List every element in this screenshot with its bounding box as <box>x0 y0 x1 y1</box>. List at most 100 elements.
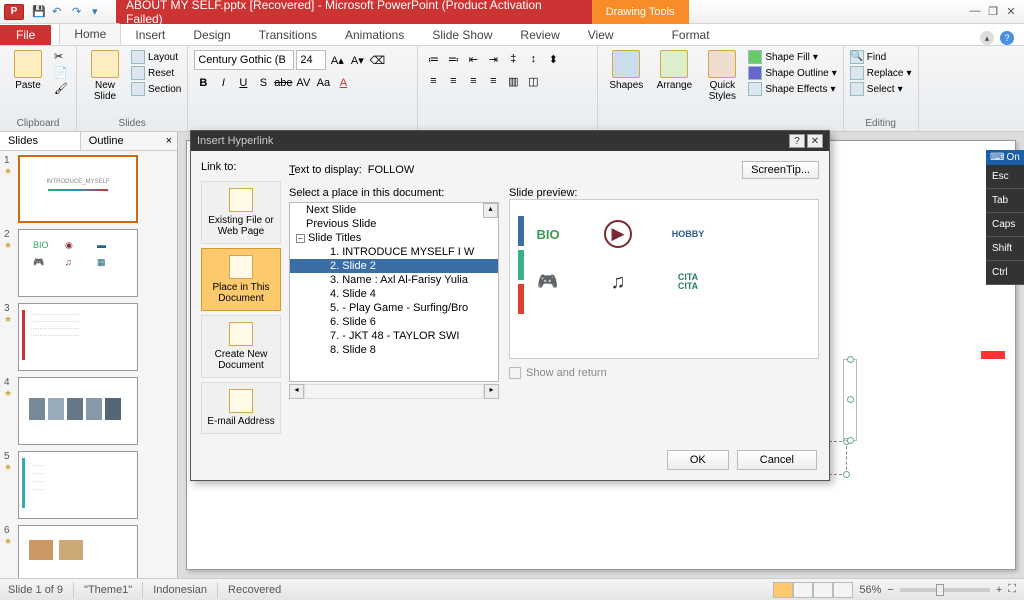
hscroll-right-icon[interactable]: ▸ <box>484 384 499 399</box>
align-left-icon[interactable]: ≡ <box>424 72 442 90</box>
status-language[interactable]: Indonesian <box>153 584 207 596</box>
tab-home[interactable]: Home <box>59 23 121 45</box>
slide-thumbnail-3[interactable]: ········································… <box>18 303 138 371</box>
shapes-button[interactable]: Shapes <box>604 50 648 91</box>
tree-item-1[interactable]: 1. INTRODUCE MYSELF I W <box>290 245 498 259</box>
tree-item-2[interactable]: 2. Slide 2 <box>290 259 498 273</box>
cancel-button[interactable]: Cancel <box>737 450 817 470</box>
copy-icon[interactable]: 📄 <box>54 66 70 80</box>
slide-thumbnail-6[interactable] <box>18 525 138 578</box>
linkopt-email[interactable]: E-mail Address <box>201 382 281 434</box>
panel-tab-outline[interactable]: Outline <box>81 132 161 150</box>
tree-item-6[interactable]: 6. Slide 6 <box>290 315 498 329</box>
tab-insert[interactable]: Insert <box>121 25 179 45</box>
tree-previous-slide[interactable]: Previous Slide <box>290 217 498 231</box>
fit-window-icon[interactable]: ⛶ <box>1008 583 1016 596</box>
tab-transitions[interactable]: Transitions <box>245 25 331 45</box>
ok-button[interactable]: OK <box>667 450 729 470</box>
help-icon[interactable]: ? <box>1000 31 1014 45</box>
align-text-icon[interactable]: ⬍ <box>544 50 562 68</box>
font-name-input[interactable] <box>194 50 294 70</box>
panel-close-icon[interactable]: × <box>161 132 177 150</box>
zoom-slider[interactable] <box>900 588 990 592</box>
linkopt-create[interactable]: Create New Document <box>201 315 281 378</box>
tree-item-3[interactable]: 3. Name : Axl Al-Farisy Yulia <box>290 273 498 287</box>
tab-design[interactable]: Design <box>179 25 244 45</box>
osk-shift[interactable]: Shift <box>986 237 1024 261</box>
restore-icon[interactable]: ❐ <box>986 5 1000 18</box>
strike-button[interactable]: abe <box>274 74 292 92</box>
convert-smartart-icon[interactable]: ◫ <box>524 72 542 90</box>
paste-button[interactable]: Paste <box>6 50 50 91</box>
font-color-button[interactable]: A <box>334 74 352 92</box>
zoom-in-icon[interactable]: + <box>996 584 1002 596</box>
align-center-icon[interactable]: ≡ <box>444 72 462 90</box>
tab-file[interactable]: File <box>0 25 51 45</box>
osk-tab[interactable]: Tab <box>986 189 1024 213</box>
tab-review[interactable]: Review <box>506 25 573 45</box>
case-button[interactable]: Aa <box>314 74 332 92</box>
reading-view-icon[interactable] <box>813 582 833 598</box>
qat-dropdown-icon[interactable]: ▾ <box>92 5 106 19</box>
sorter-view-icon[interactable] <box>793 582 813 598</box>
align-right-icon[interactable]: ≡ <box>464 72 482 90</box>
shrink-font-icon[interactable]: A▾ <box>348 51 366 69</box>
dialog-help-icon[interactable]: ? <box>789 134 805 148</box>
cut-icon[interactable]: ✂ <box>54 50 70 64</box>
selected-shape-2[interactable] <box>843 359 857 441</box>
normal-view-icon[interactable] <box>773 582 793 598</box>
clear-format-icon[interactable]: ⌫ <box>368 51 386 69</box>
osk-esc[interactable]: Esc <box>986 165 1024 189</box>
tree-next-slide[interactable]: Next Slide <box>290 203 498 217</box>
indent-inc-icon[interactable]: ⇥ <box>484 50 502 68</box>
numbering-icon[interactable]: ≕ <box>444 50 462 68</box>
document-tree[interactable]: ▴ Next Slide Previous Slide −Slide Title… <box>289 202 499 382</box>
select-button[interactable]: Select ▾ <box>850 82 912 96</box>
columns-icon[interactable]: ▥ <box>504 72 522 90</box>
tree-slide-titles[interactable]: −Slide Titles <box>290 231 498 245</box>
quick-access-toolbar[interactable]: 💾 ↶ ↷ ▾ <box>32 5 106 19</box>
linkopt-place[interactable]: Place in This Document <box>201 248 281 311</box>
replace-button[interactable]: Replace ▾ <box>850 66 912 80</box>
view-buttons[interactable] <box>773 582 853 598</box>
tree-item-4[interactable]: 4. Slide 4 <box>290 287 498 301</box>
shape-effects-button[interactable]: Shape Effects ▾ <box>748 82 836 96</box>
tree-item-7[interactable]: 7. - JKT 48 - TAYLOR SWI <box>290 329 498 343</box>
italic-button[interactable]: I <box>214 74 232 92</box>
font-size-input[interactable] <box>296 50 326 70</box>
arrange-button[interactable]: Arrange <box>652 50 696 91</box>
shape-outline-button[interactable]: Shape Outline ▾ <box>748 66 836 80</box>
slide-thumbnail-4[interactable] <box>18 377 138 445</box>
bullets-icon[interactable]: ≔ <box>424 50 442 68</box>
panel-tab-slides[interactable]: Slides <box>0 132 81 150</box>
slide-thumbnail-2[interactable]: BIO◉▬🎮♫▦ <box>18 229 138 297</box>
tab-view[interactable]: View <box>574 25 628 45</box>
dialog-close-icon[interactable]: ✕ <box>807 134 823 148</box>
underline-button[interactable]: U <box>234 74 252 92</box>
slide-thumbnail-1[interactable]: INTRODUCE_MYSELF <box>18 155 138 223</box>
on-screen-keyboard[interactable]: ⌨On Esc Tab Caps Shift Ctrl <box>986 150 1024 285</box>
spacing-button[interactable]: AV <box>294 74 312 92</box>
tree-item-8[interactable]: 8. Slide 8 <box>290 343 498 357</box>
hscroll-left-icon[interactable]: ◂ <box>289 384 304 399</box>
redo-icon[interactable]: ↷ <box>72 5 86 19</box>
osk-ctrl[interactable]: Ctrl <box>986 261 1024 285</box>
shape-fill-button[interactable]: Shape Fill ▾ <box>748 50 836 64</box>
close-icon[interactable]: ✕ <box>1004 5 1018 18</box>
justify-icon[interactable]: ≡ <box>484 72 502 90</box>
zoom-level[interactable]: 56% <box>859 584 881 596</box>
new-slide-button[interactable]: NewSlide <box>83 50 127 102</box>
minimize-ribbon-icon[interactable]: ▴ <box>980 31 994 45</box>
scroll-up-icon[interactable]: ▴ <box>483 203 498 218</box>
format-painter-icon[interactable]: 🖌 <box>54 82 70 96</box>
line-spacing-icon[interactable]: ‡ <box>504 50 522 68</box>
find-button[interactable]: 🔍Find <box>850 50 912 64</box>
bold-button[interactable]: B <box>194 74 212 92</box>
shadow-button[interactable]: S <box>254 74 272 92</box>
tab-format[interactable]: Format <box>658 25 724 45</box>
indent-dec-icon[interactable]: ⇤ <box>464 50 482 68</box>
screentip-button[interactable]: ScreenTip... <box>742 161 819 179</box>
tab-animations[interactable]: Animations <box>331 25 418 45</box>
undo-icon[interactable]: ↶ <box>52 5 66 19</box>
minimize-icon[interactable]: — <box>968 5 982 18</box>
